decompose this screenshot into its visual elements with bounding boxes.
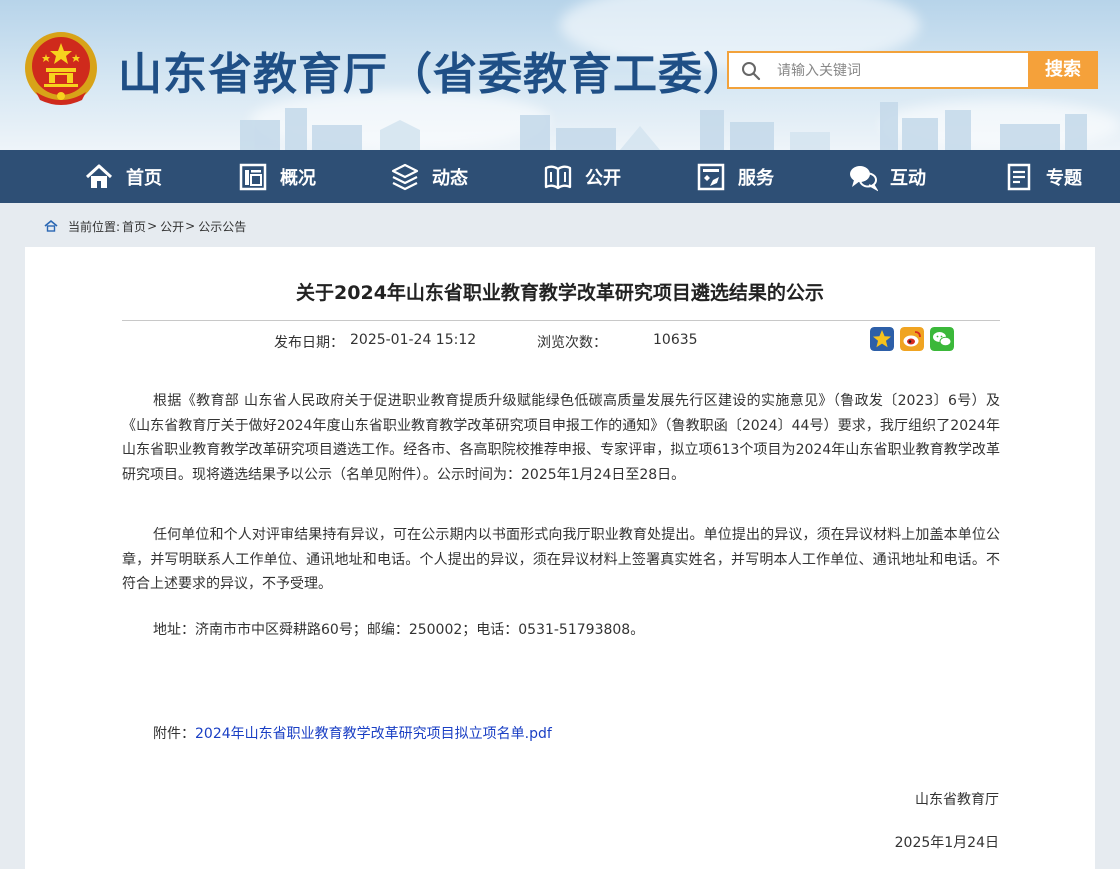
- breadcrumb-separator: >: [185, 219, 196, 233]
- nav-label: 互动: [890, 167, 926, 189]
- breadcrumb-link-notice[interactable]: 公示公告: [198, 218, 246, 235]
- nav-label: 公开: [585, 167, 621, 189]
- sign-date: 2025年1月24日: [894, 835, 999, 851]
- views-count: 10635: [653, 332, 698, 348]
- main-nav: 首页 概况 动态 公开 服务 互动 专题: [0, 150, 1120, 203]
- weibo-icon[interactable]: [900, 327, 924, 351]
- article-paragraph: 任何单位和个人对评审结果持有异议，可在公示期内以书面形式向我厅职业教育处提出。单…: [122, 527, 1000, 592]
- site-title: 山东省教育厅（省委教育工委）: [118, 49, 748, 100]
- breadcrumb-prefix: 当前位置:: [68, 219, 121, 234]
- nav-item-overview[interactable]: 概况: [238, 150, 316, 203]
- home-icon: [85, 164, 113, 188]
- nav-item-home[interactable]: 首页: [84, 150, 162, 203]
- title-divider: [122, 320, 1000, 321]
- article-title: 关于2024年山东省职业教育教学改革研究项目遴选结果的公示: [296, 282, 824, 304]
- chat-icon: [850, 165, 878, 191]
- search-icon: [742, 62, 761, 81]
- signature: 山东省教育厅: [915, 792, 999, 808]
- publish-date-label: 发布日期：: [274, 335, 344, 351]
- nav-label: 首页: [126, 167, 162, 189]
- layers-icon: [391, 163, 419, 190]
- book-icon: [544, 165, 572, 189]
- publish-date: 2025-01-24 15:12: [350, 332, 477, 348]
- national-emblem-logo: [25, 32, 97, 105]
- nav-label: 服务: [738, 167, 774, 189]
- search-input[interactable]: [777, 59, 1017, 83]
- service-icon: [697, 163, 725, 190]
- article-paragraph: 根据《教育部 山东省人民政府关于促进职业教育提质升级赋能绿色低碳高质量发展先行区…: [122, 393, 1000, 483]
- topic-icon: [1007, 163, 1031, 190]
- nav-label: 专题: [1046, 167, 1082, 189]
- nav-label: 概况: [280, 167, 316, 189]
- search-button[interactable]: 搜索: [1028, 51, 1098, 89]
- attachment-label: 附件：: [153, 726, 195, 742]
- article-panel: 关于2024年山东省职业教育教学改革研究项目遴选结果的公示 发布日期： 2025…: [25, 247, 1095, 869]
- nav-item-news[interactable]: 动态: [390, 150, 468, 203]
- nav-item-public[interactable]: 公开: [543, 150, 621, 203]
- article-paragraph: 地址：济南市市中区舜耕路60号；邮编：250002；电话：0531-517938…: [153, 622, 645, 638]
- nav-label: 动态: [432, 167, 468, 189]
- attachment: 附件：2024年山东省职业教育教学改革研究项目拟立项名单.pdf: [153, 723, 552, 743]
- overview-icon: [239, 163, 267, 190]
- breadcrumb: 当前位置: 首页 > 公开 > 公示公告: [44, 217, 246, 235]
- attachment-link[interactable]: 2024年山东省职业教育教学改革研究项目拟立项名单.pdf: [195, 726, 552, 742]
- home-icon: [44, 219, 58, 232]
- breadcrumb-separator: >: [147, 219, 158, 233]
- views-label: 浏览次数：: [537, 335, 607, 351]
- nav-item-topic[interactable]: 专题: [1004, 150, 1082, 203]
- nav-item-service[interactable]: 服务: [696, 150, 774, 203]
- search-box: [727, 51, 1029, 89]
- breadcrumb-link-public[interactable]: 公开: [160, 218, 184, 235]
- site-header: 山东省教育厅（省委教育工委） 搜索: [0, 0, 1120, 150]
- breadcrumb-link-home[interactable]: 首页: [122, 218, 146, 235]
- nav-item-interact[interactable]: 互动: [848, 150, 926, 203]
- wechat-icon[interactable]: [930, 327, 954, 351]
- favorite-icon[interactable]: [870, 327, 894, 351]
